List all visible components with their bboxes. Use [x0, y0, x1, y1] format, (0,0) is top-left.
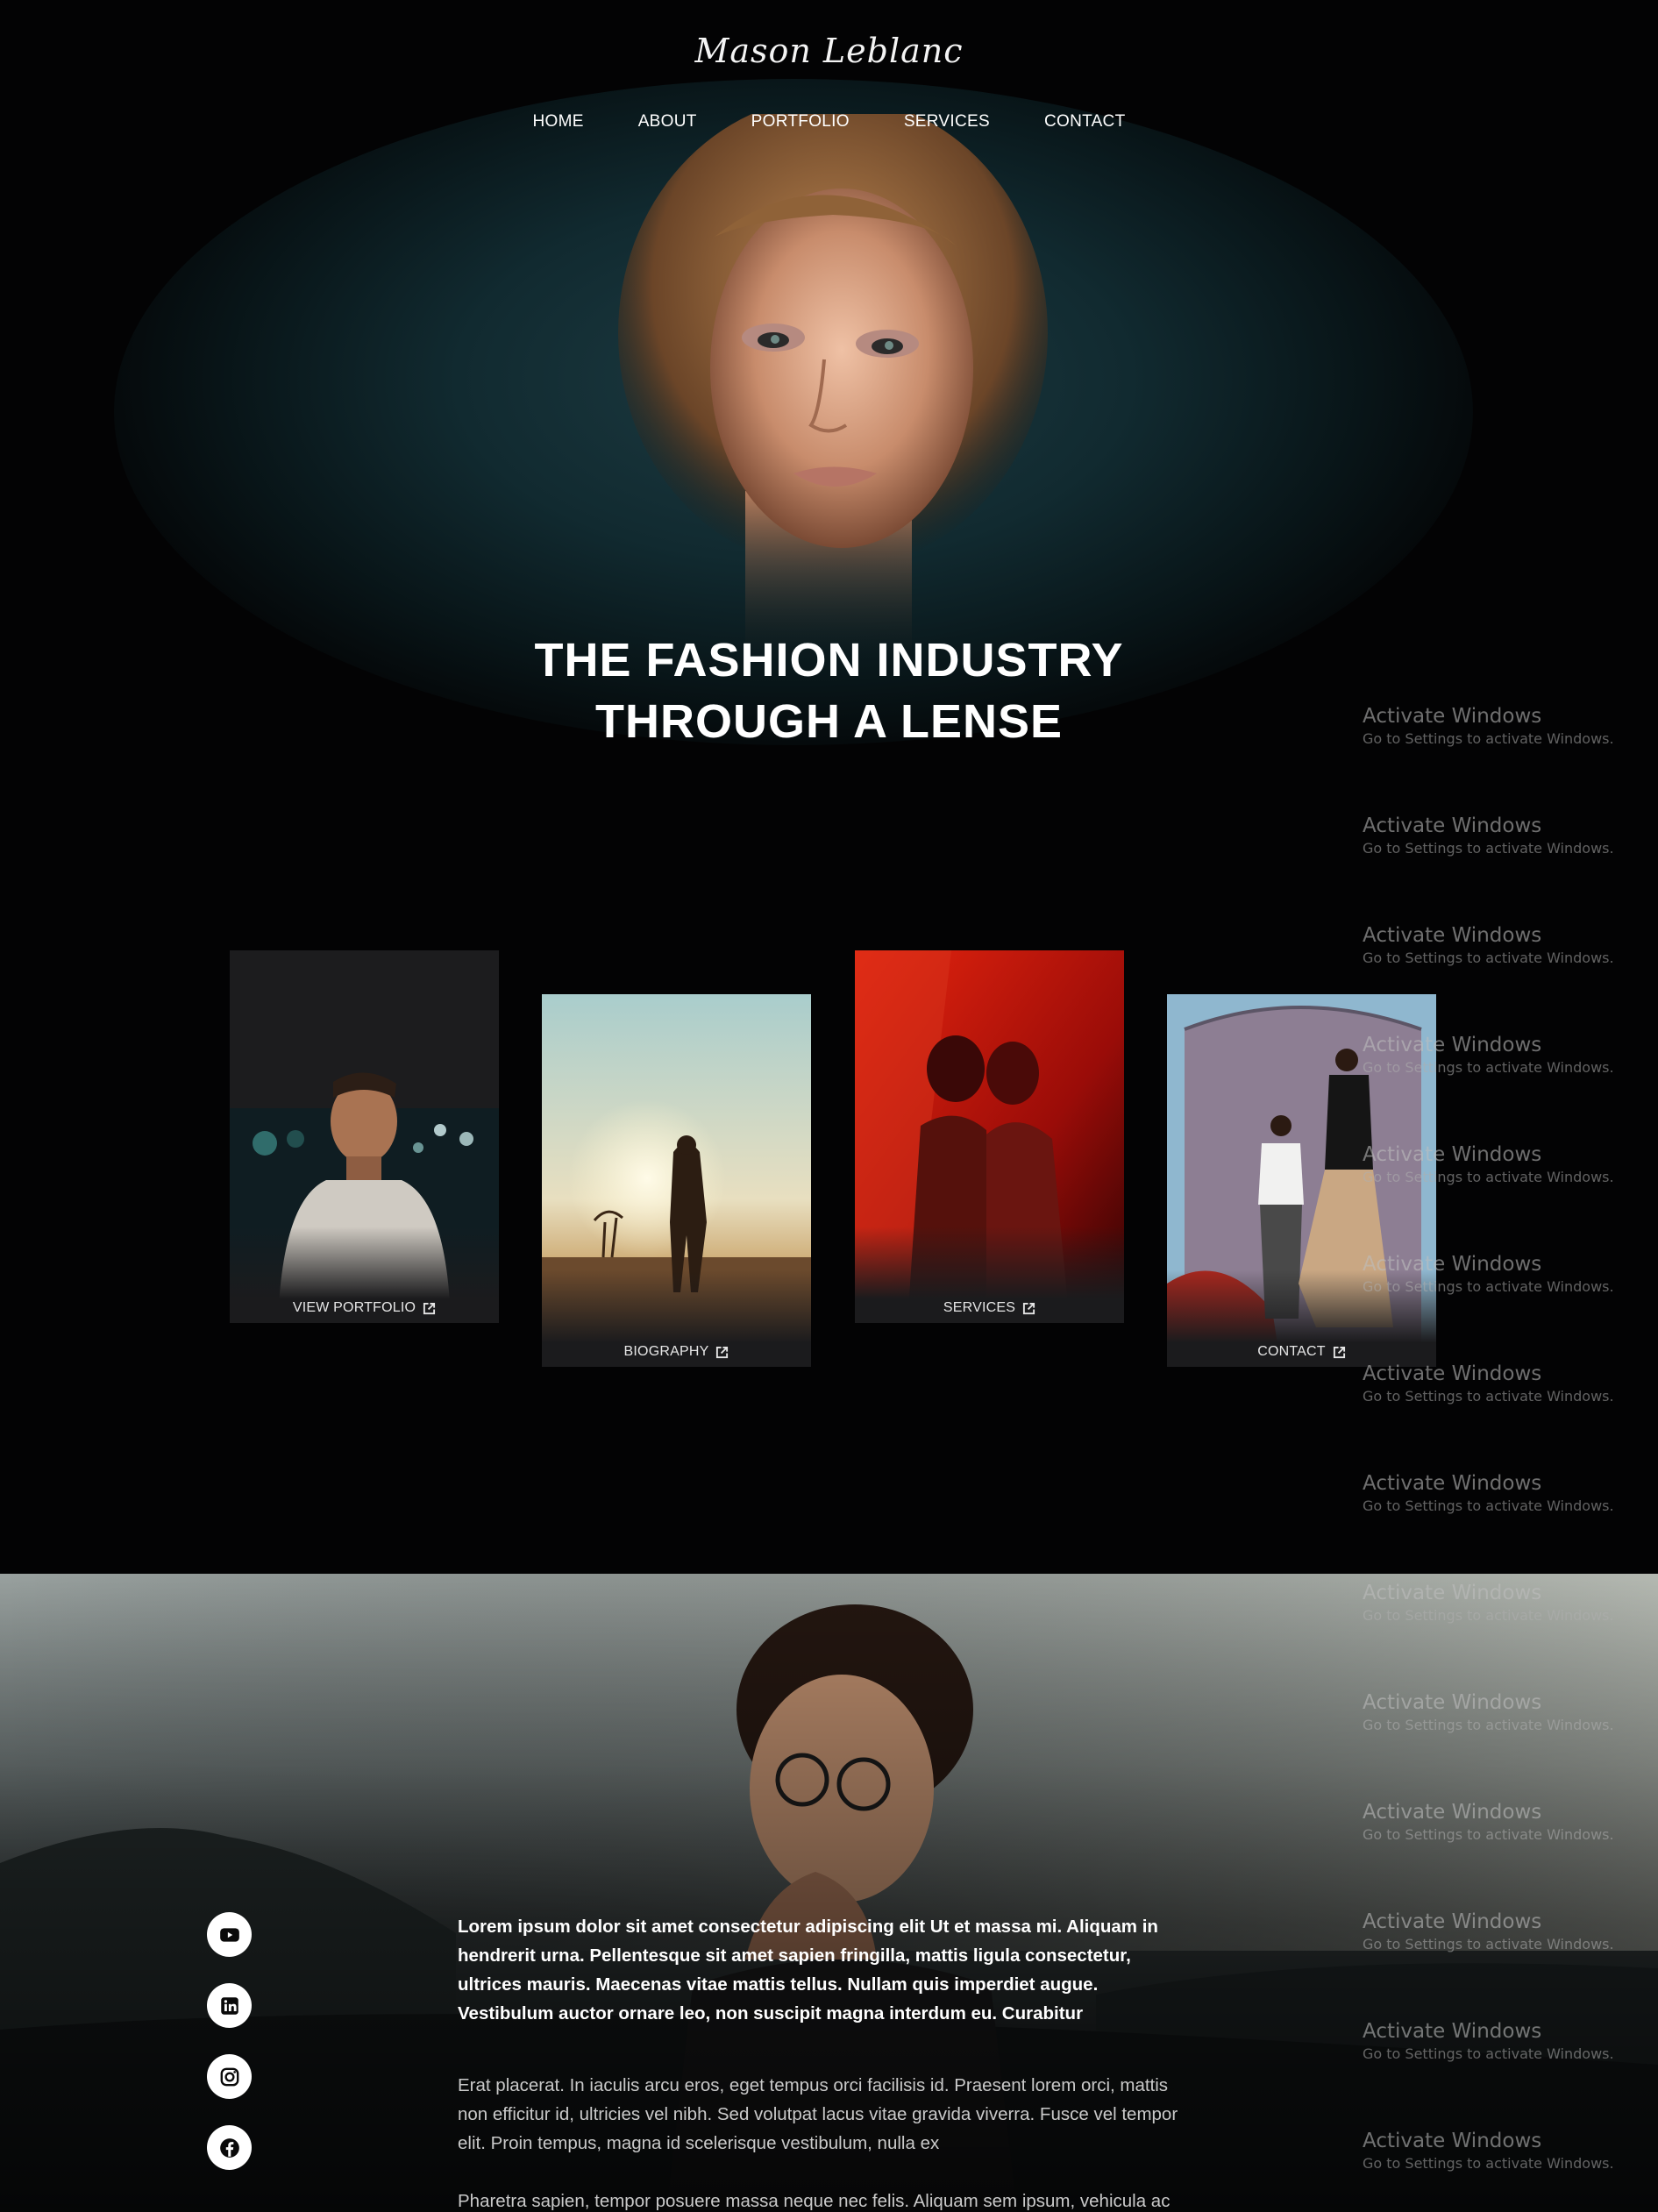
main-nav: HOME ABOUT PORTFOLIO SERVICES CONTACT: [0, 112, 1658, 132]
card-services[interactable]: SERVICES: [855, 950, 1124, 1323]
nav-home[interactable]: HOME: [533, 112, 584, 132]
hero-section: Mason Leblanc HOME ABOUT PORTFOLIO SERVI…: [0, 0, 1658, 1574]
nav-services[interactable]: SERVICES: [904, 112, 990, 132]
watermark-block: Activate Windows Go to Settings to activa…: [1363, 1582, 1614, 1624]
hero-portrait-image: [618, 114, 1048, 666]
card-label: VIEW PORTFOLIO: [292, 1300, 416, 1315]
watermark-block: Activate Windows Go to Settings to activa…: [1363, 1253, 1614, 1295]
card-label-row: SERVICES: [855, 1300, 1124, 1316]
about-paragraph-2: Pharetra sapien, tempor posuere massa ne…: [458, 2191, 1171, 2211]
about-section: Lorem ipsum dolor sit amet consectetur a…: [0, 1574, 1658, 2212]
watermark-block: Activate Windows Go to Settings to activa…: [1363, 1691, 1614, 1733]
facebook-button[interactable]: [207, 2125, 252, 2170]
about-paragraph-1: Erat placerat. In iaculis arcu eros, ege…: [458, 2075, 1178, 2153]
instagram-icon: [220, 2067, 238, 2086]
external-link-icon: [1023, 1302, 1035, 1314]
watermark-block: Activate Windows Go to Settings to activa…: [1363, 924, 1614, 966]
external-link-icon: [1333, 1346, 1345, 1358]
youtube-button[interactable]: [207, 1912, 252, 1957]
card-view-portfolio[interactable]: VIEW PORTFOLIO: [230, 950, 499, 1323]
external-link-icon: [423, 1302, 436, 1314]
card-biography[interactable]: BIOGRAPHY: [542, 994, 811, 1367]
external-link-icon: [716, 1346, 729, 1358]
watermark-block: Activate Windows Go to Settings to activa…: [1363, 1472, 1614, 1514]
card-label-row: VIEW PORTFOLIO: [230, 1300, 499, 1316]
card-label-row: BIOGRAPHY: [542, 1344, 811, 1360]
nav-about[interactable]: ABOUT: [638, 112, 697, 132]
hero-title-line-1: THE FASHION INDUSTRY: [534, 634, 1124, 686]
watermark-block: Activate Windows Go to Settings to activa…: [1363, 2020, 1614, 2062]
nav-contact[interactable]: CONTACT: [1044, 112, 1126, 132]
watermark-block: Activate Windows Go to Settings to activa…: [1363, 1034, 1614, 1076]
nav-portfolio[interactable]: PORTFOLIO: [751, 112, 850, 132]
about-lead-text: Lorem ipsum dolor sit amet consectetur a…: [458, 1917, 1158, 2024]
site-logo[interactable]: Mason Leblanc: [0, 32, 1658, 70]
watermark-block: Activate Windows Go to Settings to activa…: [1363, 2130, 1614, 2172]
linkedin-button[interactable]: [207, 1983, 252, 2028]
instagram-button[interactable]: [207, 2054, 252, 2099]
watermark-block: Activate Windows Go to Settings to activa…: [1363, 705, 1614, 747]
youtube-icon: [219, 1927, 239, 1942]
linkedin-icon: [220, 1996, 238, 2015]
watermark-block: Activate Windows Go to Settings to activa…: [1363, 1801, 1614, 1843]
facebook-icon: [219, 2137, 239, 2158]
card-label: SERVICES: [943, 1300, 1016, 1315]
watermark-block: Activate Windows Go to Settings to activa…: [1363, 1910, 1614, 1952]
card-label: BIOGRAPHY: [623, 1344, 709, 1359]
card-label: CONTACT: [1257, 1344, 1326, 1359]
watermark-block: Activate Windows Go to Settings to activa…: [1363, 1143, 1614, 1185]
watermark-block: Activate Windows Go to Settings to activa…: [1363, 814, 1614, 857]
watermark-block: Activate Windows Go to Settings to activa…: [1363, 1362, 1614, 1405]
card-label-row: CONTACT: [1167, 1344, 1436, 1360]
